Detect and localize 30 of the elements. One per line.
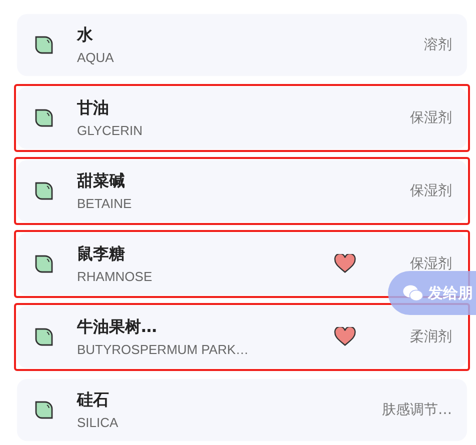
leaf-icon	[34, 254, 54, 274]
ingredient-role: 保湿剂	[410, 109, 452, 127]
ingredient-name: 水	[77, 25, 94, 46]
ingredient-name: 鼠李糖	[77, 244, 126, 265]
inci-name: SILICA	[77, 415, 120, 430]
ingredient-role: 保湿剂	[410, 255, 452, 273]
inci-name: BUTYROSPERMUM PARK…	[77, 342, 250, 357]
ingredient-card[interactable]: 硅石 SILICA 肤感调节…	[17, 379, 467, 441]
ingredient-role: 溶剂	[424, 36, 452, 54]
ingredient-card[interactable]: 甘油 GLYCERIN 保湿剂	[17, 87, 467, 149]
ingredient-name: 甘油	[77, 98, 110, 119]
ingredient-name: 硅石	[77, 390, 110, 411]
leaf-icon	[34, 181, 54, 201]
inci-name: RHAMNOSE	[77, 269, 154, 284]
ingredient-role: 柔润剂	[410, 328, 452, 346]
ingredient-name: 甜菜碱	[77, 171, 126, 192]
ingredient-name: 牛油果树…	[77, 317, 158, 338]
leaf-icon	[34, 327, 54, 347]
leaf-icon	[34, 108, 54, 128]
leaf-icon	[34, 400, 54, 420]
ingredient-card[interactable]: 甜菜碱 BETAINE 保湿剂	[17, 160, 467, 222]
chat-icon	[402, 284, 424, 302]
ingredient-card[interactable]: 牛油果树… BUTYROSPERMUM PARK… 柔润剂	[17, 306, 467, 368]
ingredient-role: 保湿剂	[410, 182, 452, 200]
inci-name: AQUA	[77, 50, 115, 65]
ingredient-card[interactable]: 水 AQUA 溶剂	[17, 14, 467, 76]
inci-name: BETAINE	[77, 196, 133, 211]
ingredient-role: 肤感调节…	[382, 401, 452, 419]
leaf-icon	[34, 35, 54, 55]
inci-name: GLYCERIN	[77, 123, 144, 138]
